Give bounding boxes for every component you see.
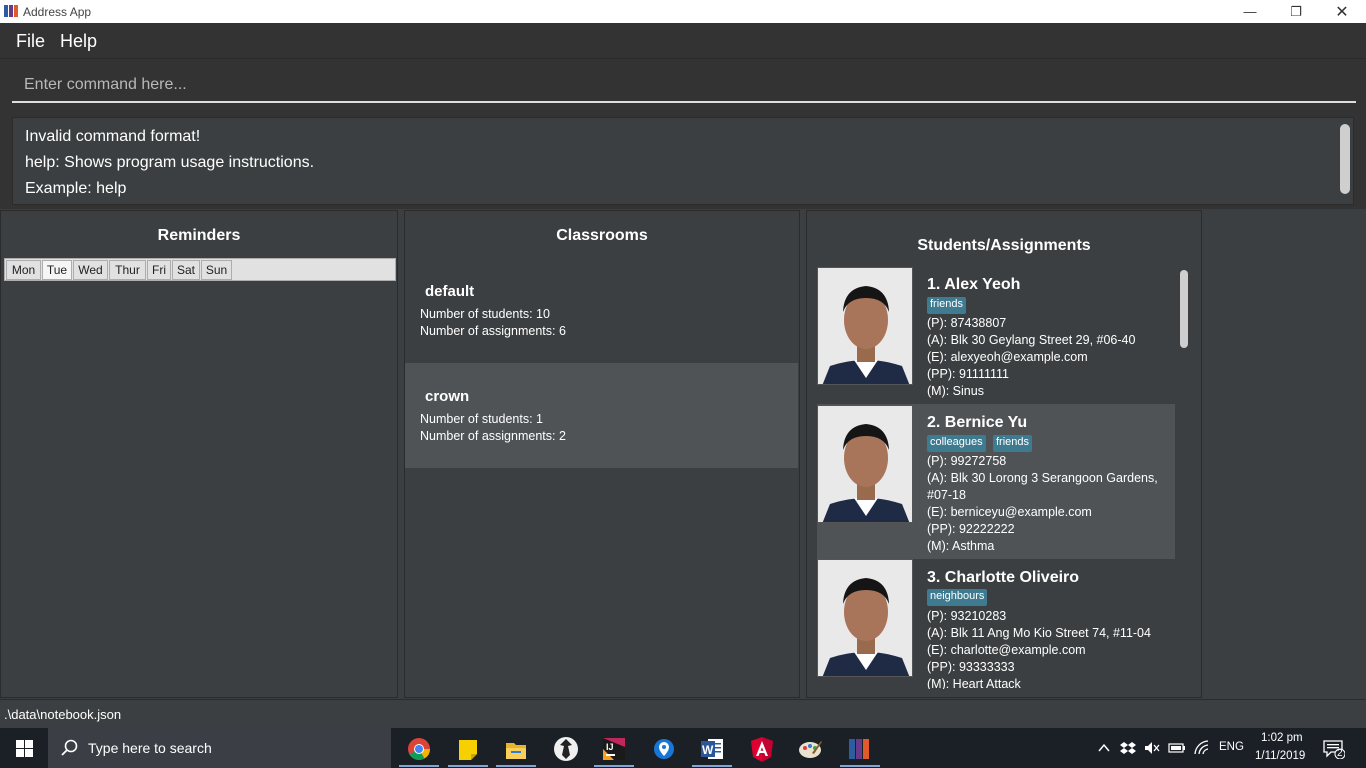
list-item-selected[interactable]: 2. Bernice Yu colleagues friends (P): 99… [817, 404, 1175, 559]
classrooms-title: Classrooms [556, 227, 648, 244]
storage-path: .\data\notebook.json [4, 707, 122, 722]
tab-tue[interactable]: Tue [42, 260, 72, 280]
student-photo [817, 267, 913, 385]
menu-bar: File Help [0, 23, 1366, 59]
intellij-icon[interactable]: IJ [594, 733, 634, 767]
battery-icon[interactable] [1168, 740, 1186, 756]
app-icon [4, 5, 18, 17]
student-phone: (P): 99272758 [927, 454, 1007, 468]
result-line: Example: help [25, 180, 127, 197]
student-name: 2. Bernice Yu [927, 414, 1028, 431]
clock-time[interactable]: 1:02 pm [1261, 732, 1303, 744]
student-list[interactable]: 1. Alex Yeoh friends (P): 87438807 (A): … [817, 266, 1189, 689]
file-explorer-icon[interactable] [496, 733, 536, 767]
address-app-icon[interactable] [840, 733, 880, 767]
student-phone: (P): 93210283 [927, 609, 1007, 623]
student-email: (E): charlotte@example.com [927, 643, 1086, 657]
tab-fri[interactable]: Fri [147, 260, 171, 280]
student-list-scrollbar[interactable] [1180, 270, 1188, 348]
status-bar: .\data\notebook.json [0, 699, 1366, 728]
student-medical: (M): Sinus [927, 384, 984, 398]
classroom-students: Number of students: 1 [420, 412, 543, 426]
classroom-name: crown [425, 388, 470, 405]
list-item[interactable]: 1. Alex Yeoh friends (P): 87438807 (A): … [817, 266, 1175, 399]
tab-mon[interactable]: Mon [6, 260, 41, 280]
tab-sun[interactable]: Sun [201, 260, 232, 280]
tag: friends [993, 435, 1033, 452]
student-medical: (M): Heart Attack [927, 677, 1021, 689]
list-item[interactable]: 3. Charlotte Oliveiro neighbours (P): 93… [817, 559, 1175, 689]
student-photo [817, 405, 913, 523]
classroom-name: default [425, 283, 475, 300]
student-email: (E): berniceyu@example.com [927, 505, 1092, 519]
result-display[interactable]: Invalid command format! help: Shows prog… [12, 117, 1354, 205]
student-parent-phone: (PP): 93333333 [927, 660, 1015, 674]
day-tabs: Mon Tue Wed Thur Fri Sat Sun [4, 258, 396, 281]
tab-sat[interactable]: Sat [172, 260, 200, 280]
student-photo [817, 559, 913, 677]
windows-start-icon[interactable] [16, 740, 33, 757]
chevron-up-icon[interactable] [1098, 742, 1110, 754]
tag: neighbours [927, 589, 988, 606]
classroom-card-selected[interactable]: crown Number of students: 1 Number of as… [405, 363, 798, 468]
svg-text:W: W [702, 743, 714, 757]
result-scrollbar[interactable] [1340, 124, 1350, 194]
reminders-panel: Reminders Mon Tue Wed Thur Fri Sat Sun [0, 210, 398, 698]
taskbar: Type here to search IJ W ENG 1:02 pm 1/1… [0, 728, 1366, 768]
classroom-assignments: Number of assignments: 2 [420, 429, 566, 443]
window-title: Address App [23, 5, 92, 19]
input-language[interactable]: ENG [1219, 741, 1244, 753]
sticky-notes-icon[interactable] [448, 733, 488, 767]
taskbar-search-placeholder: Type here to search [88, 740, 212, 756]
restore-button[interactable]: ❐ [1273, 0, 1319, 23]
taskbar-search-box[interactable]: Type here to search [48, 728, 391, 768]
student-name: 3. Charlotte Oliveiro [927, 569, 1080, 586]
tag: colleagues [927, 435, 986, 452]
result-line: help: Shows program usage instructions. [25, 154, 315, 171]
command-input[interactable] [12, 69, 1356, 103]
student-name: 1. Alex Yeoh [927, 276, 1021, 293]
classrooms-panel: Classrooms default Number of students: 1… [404, 210, 800, 698]
result-area: Invalid command format! help: Shows prog… [0, 111, 1366, 209]
student-address: (A): Blk 30 Lorong 3 Serangoon Gardens, [927, 471, 1158, 485]
angular-icon[interactable] [742, 733, 782, 767]
paint-icon[interactable] [790, 733, 830, 767]
inkscape-icon[interactable] [546, 733, 586, 767]
classroom-assignments: Number of assignments: 6 [420, 324, 566, 338]
student-phone: (P): 87438807 [927, 316, 1007, 330]
student-address: (A): Blk 30 Geylang Street 29, #06-40 [927, 333, 1136, 347]
student-email: (E): alexyeoh@example.com [927, 350, 1088, 364]
student-parent-phone: (PP): 92222222 [927, 522, 1015, 536]
notification-count: 2 [1337, 748, 1343, 759]
students-panel: Students/Assignments 1. Alex Yeoh friend… [806, 210, 1202, 698]
student-parent-phone: (PP): 91111111 [927, 367, 1009, 381]
maps-icon[interactable] [644, 733, 684, 767]
wifi-icon[interactable] [1194, 740, 1210, 756]
command-area [0, 59, 1366, 111]
chrome-icon[interactable] [399, 733, 439, 767]
student-address: (A): Blk 11 Ang Mo Kio Street 74, #11-04 [927, 626, 1151, 640]
minimize-button[interactable]: — [1227, 0, 1273, 23]
dropbox-icon[interactable] [1120, 740, 1136, 756]
menu-file[interactable]: File [16, 31, 45, 52]
search-icon [61, 739, 78, 756]
tab-thur[interactable]: Thur [109, 260, 146, 280]
menu-help[interactable]: Help [60, 31, 97, 52]
word-icon[interactable]: W [692, 733, 732, 767]
tab-wed[interactable]: Wed [73, 260, 108, 280]
title-bar: Address App — ❐ ✕ [0, 0, 1366, 23]
clock-date[interactable]: 1/11/2019 [1255, 750, 1305, 762]
svg-text:IJ: IJ [606, 742, 614, 752]
students-title: Students/Assignments [917, 237, 1091, 254]
close-button[interactable]: ✕ [1319, 0, 1365, 23]
classroom-card[interactable]: default Number of students: 10 Number of… [405, 258, 798, 363]
classroom-students: Number of students: 10 [420, 307, 550, 321]
tag: friends [927, 297, 967, 314]
reminders-title: Reminders [157, 227, 241, 244]
result-line: Invalid command format! [25, 128, 201, 145]
student-address-cont: #07-18 [927, 488, 966, 502]
volume-muted-icon[interactable] [1144, 740, 1160, 756]
student-medical: (M): Asthma [927, 539, 995, 553]
